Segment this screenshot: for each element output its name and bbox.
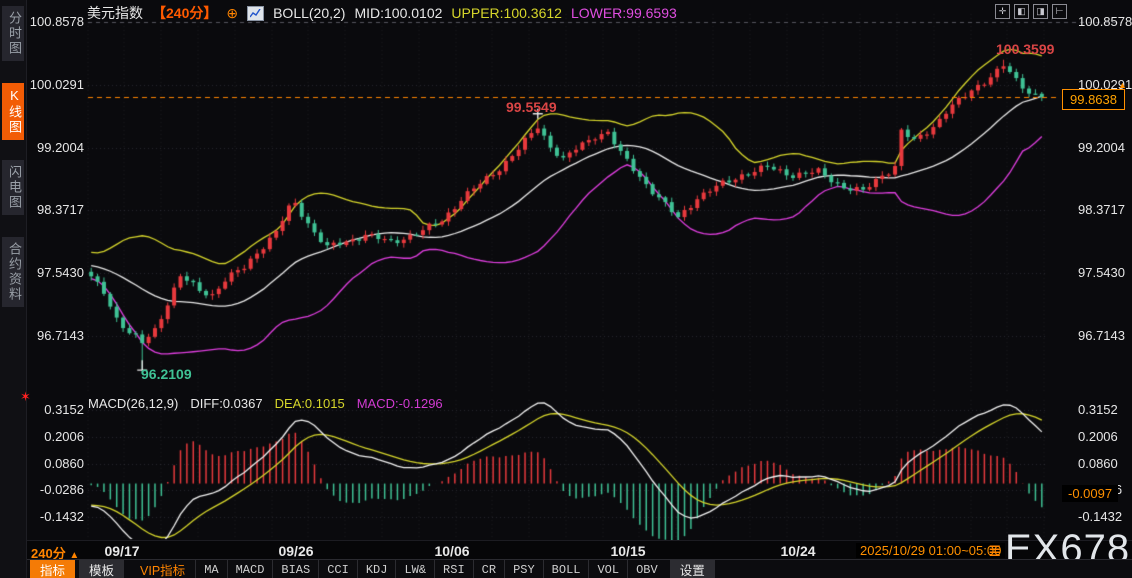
toolbar-item-[interactable]: 设置	[669, 560, 715, 578]
peak-high-annotation: 100.3599	[996, 41, 1055, 57]
left-sidebar: 分时图 K线图闪电图合约资料 ✶	[0, 0, 31, 578]
y-axis-label: 98.3717	[1078, 202, 1125, 218]
watermark-logo-icon: ≣	[988, 543, 1002, 560]
sidebar-tab-3[interactable]: 闪电图	[2, 160, 24, 215]
sidebar-tab-1[interactable]: 分时图	[2, 6, 24, 61]
toolbar-item-cr[interactable]: CR	[472, 560, 504, 578]
toolbar-item-[interactable]: 指标	[30, 560, 76, 578]
pan-right-icon[interactable]: ⊢	[1052, 4, 1067, 19]
y-axis-label: 100.8578	[1078, 14, 1132, 29]
swing-high-annotation: 99.5549	[506, 99, 557, 115]
boll-label: BOLL(20,2)	[273, 5, 346, 21]
app-root: 分时图 K线图闪电图合约资料 ✶ 美元指数 【240分】 ⊕ BOLL(20,2)…	[0, 0, 1132, 578]
x-axis-label: 09/26	[278, 543, 314, 559]
boll-mid-value: MID:100.0102	[354, 5, 443, 21]
toolbar-item-ma[interactable]: MA	[195, 560, 226, 578]
main-chart-canvas[interactable]	[0, 0, 1132, 578]
toolbar-item-bias[interactable]: BIAS	[272, 560, 318, 578]
toolbar-item-kdj[interactable]: KDJ	[356, 560, 396, 578]
alert-dot-icon[interactable]: ✶	[20, 389, 31, 405]
toolbar-item-cci[interactable]: CCI	[318, 560, 357, 578]
toolbar-item-vol[interactable]: VOL	[588, 560, 627, 578]
macd-header: MACD(26,12,9) DIFF:0.0367 DEA:0.1015 MAC…	[88, 396, 443, 411]
x-axis-strip: 240分 ▲ 09/17 09/26 10/06 10/15 10/24 2025/10…	[27, 540, 1132, 561]
toolbar-item-[interactable]: 模板	[79, 560, 125, 578]
mini-chart-icon	[247, 5, 265, 21]
macd-diff-value: DIFF:0.0367	[190, 396, 263, 411]
toolbar-item-psy[interactable]: PSY	[504, 560, 543, 578]
macd-value-badge: -0.0097	[1062, 485, 1119, 502]
x-axis-label: 09/17	[104, 543, 140, 559]
y-axis-label: 0.0860	[1078, 455, 1118, 471]
x-axis-label: 10/06	[434, 543, 470, 559]
session-time-label: 2025/10/29 01:00~05:00	[856, 543, 1006, 558]
macd-label: MACD(26,12,9)	[88, 396, 179, 411]
x-axis-label: 10/24	[780, 543, 816, 559]
move-icon[interactable]: ✛	[995, 4, 1010, 19]
indicator-toolbar: 指标 模板 VIP指标 MA MACD BIAS CCI KDJ LW& RSI CR PSY BOLL…	[27, 559, 1132, 578]
y-axis-label: -0.1432	[1078, 509, 1123, 524]
scale-left-icon[interactable]: ◧	[1014, 4, 1029, 19]
toolbar-item-macd[interactable]: MACD	[226, 560, 273, 578]
current-price-badge: 99.8638	[1062, 89, 1125, 110]
swing-low-annotation: 96.2109	[141, 366, 192, 382]
price-up-arrow-icon: ▲	[1118, 80, 1127, 90]
chart-header: 美元指数 【240分】 ⊕ BOLL(20,2) MID:100.0102 UP…	[87, 3, 677, 23]
y-axis-label: 96.7143	[1078, 328, 1125, 343]
toolbar-item-rsi[interactable]: RSI	[434, 560, 473, 578]
toolbar-item-boll[interactable]: BOLL	[542, 560, 589, 578]
y-axis-label: 97.5430	[1078, 265, 1125, 281]
y-axis-label: 0.3152	[1078, 402, 1118, 417]
period-label[interactable]: 【240分】	[152, 3, 217, 23]
macd-dea-value: DEA:0.1015	[274, 396, 345, 411]
chart-tools: ✛ ◧ ◨ ⊢	[995, 4, 1067, 19]
boll-upper-value: UPPER:100.3612	[451, 5, 562, 21]
boll-lower-value: LOWER:99.6593	[570, 5, 677, 21]
sidebar-tab-2[interactable]: K线图	[2, 83, 24, 140]
toolbar-item-obv[interactable]: OBV	[627, 560, 666, 578]
y-axis-label: 0.2006	[1078, 428, 1118, 444]
macd-macd-value: MACD:-0.1296	[356, 396, 443, 411]
toolbar-item-vip[interactable]: VIP指标	[130, 560, 195, 578]
x-axis-label: 10/15	[610, 543, 646, 559]
symbol-title: 美元指数	[87, 5, 143, 21]
y-axis-label: 99.2004	[1078, 139, 1125, 155]
add-indicator-icon[interactable]: ⊕	[226, 5, 238, 22]
scale-right-icon[interactable]: ◨	[1033, 4, 1048, 19]
toolbar-item-lw[interactable]: LW&	[395, 560, 434, 578]
sidebar-tab-4[interactable]: 合约资料	[2, 237, 24, 307]
